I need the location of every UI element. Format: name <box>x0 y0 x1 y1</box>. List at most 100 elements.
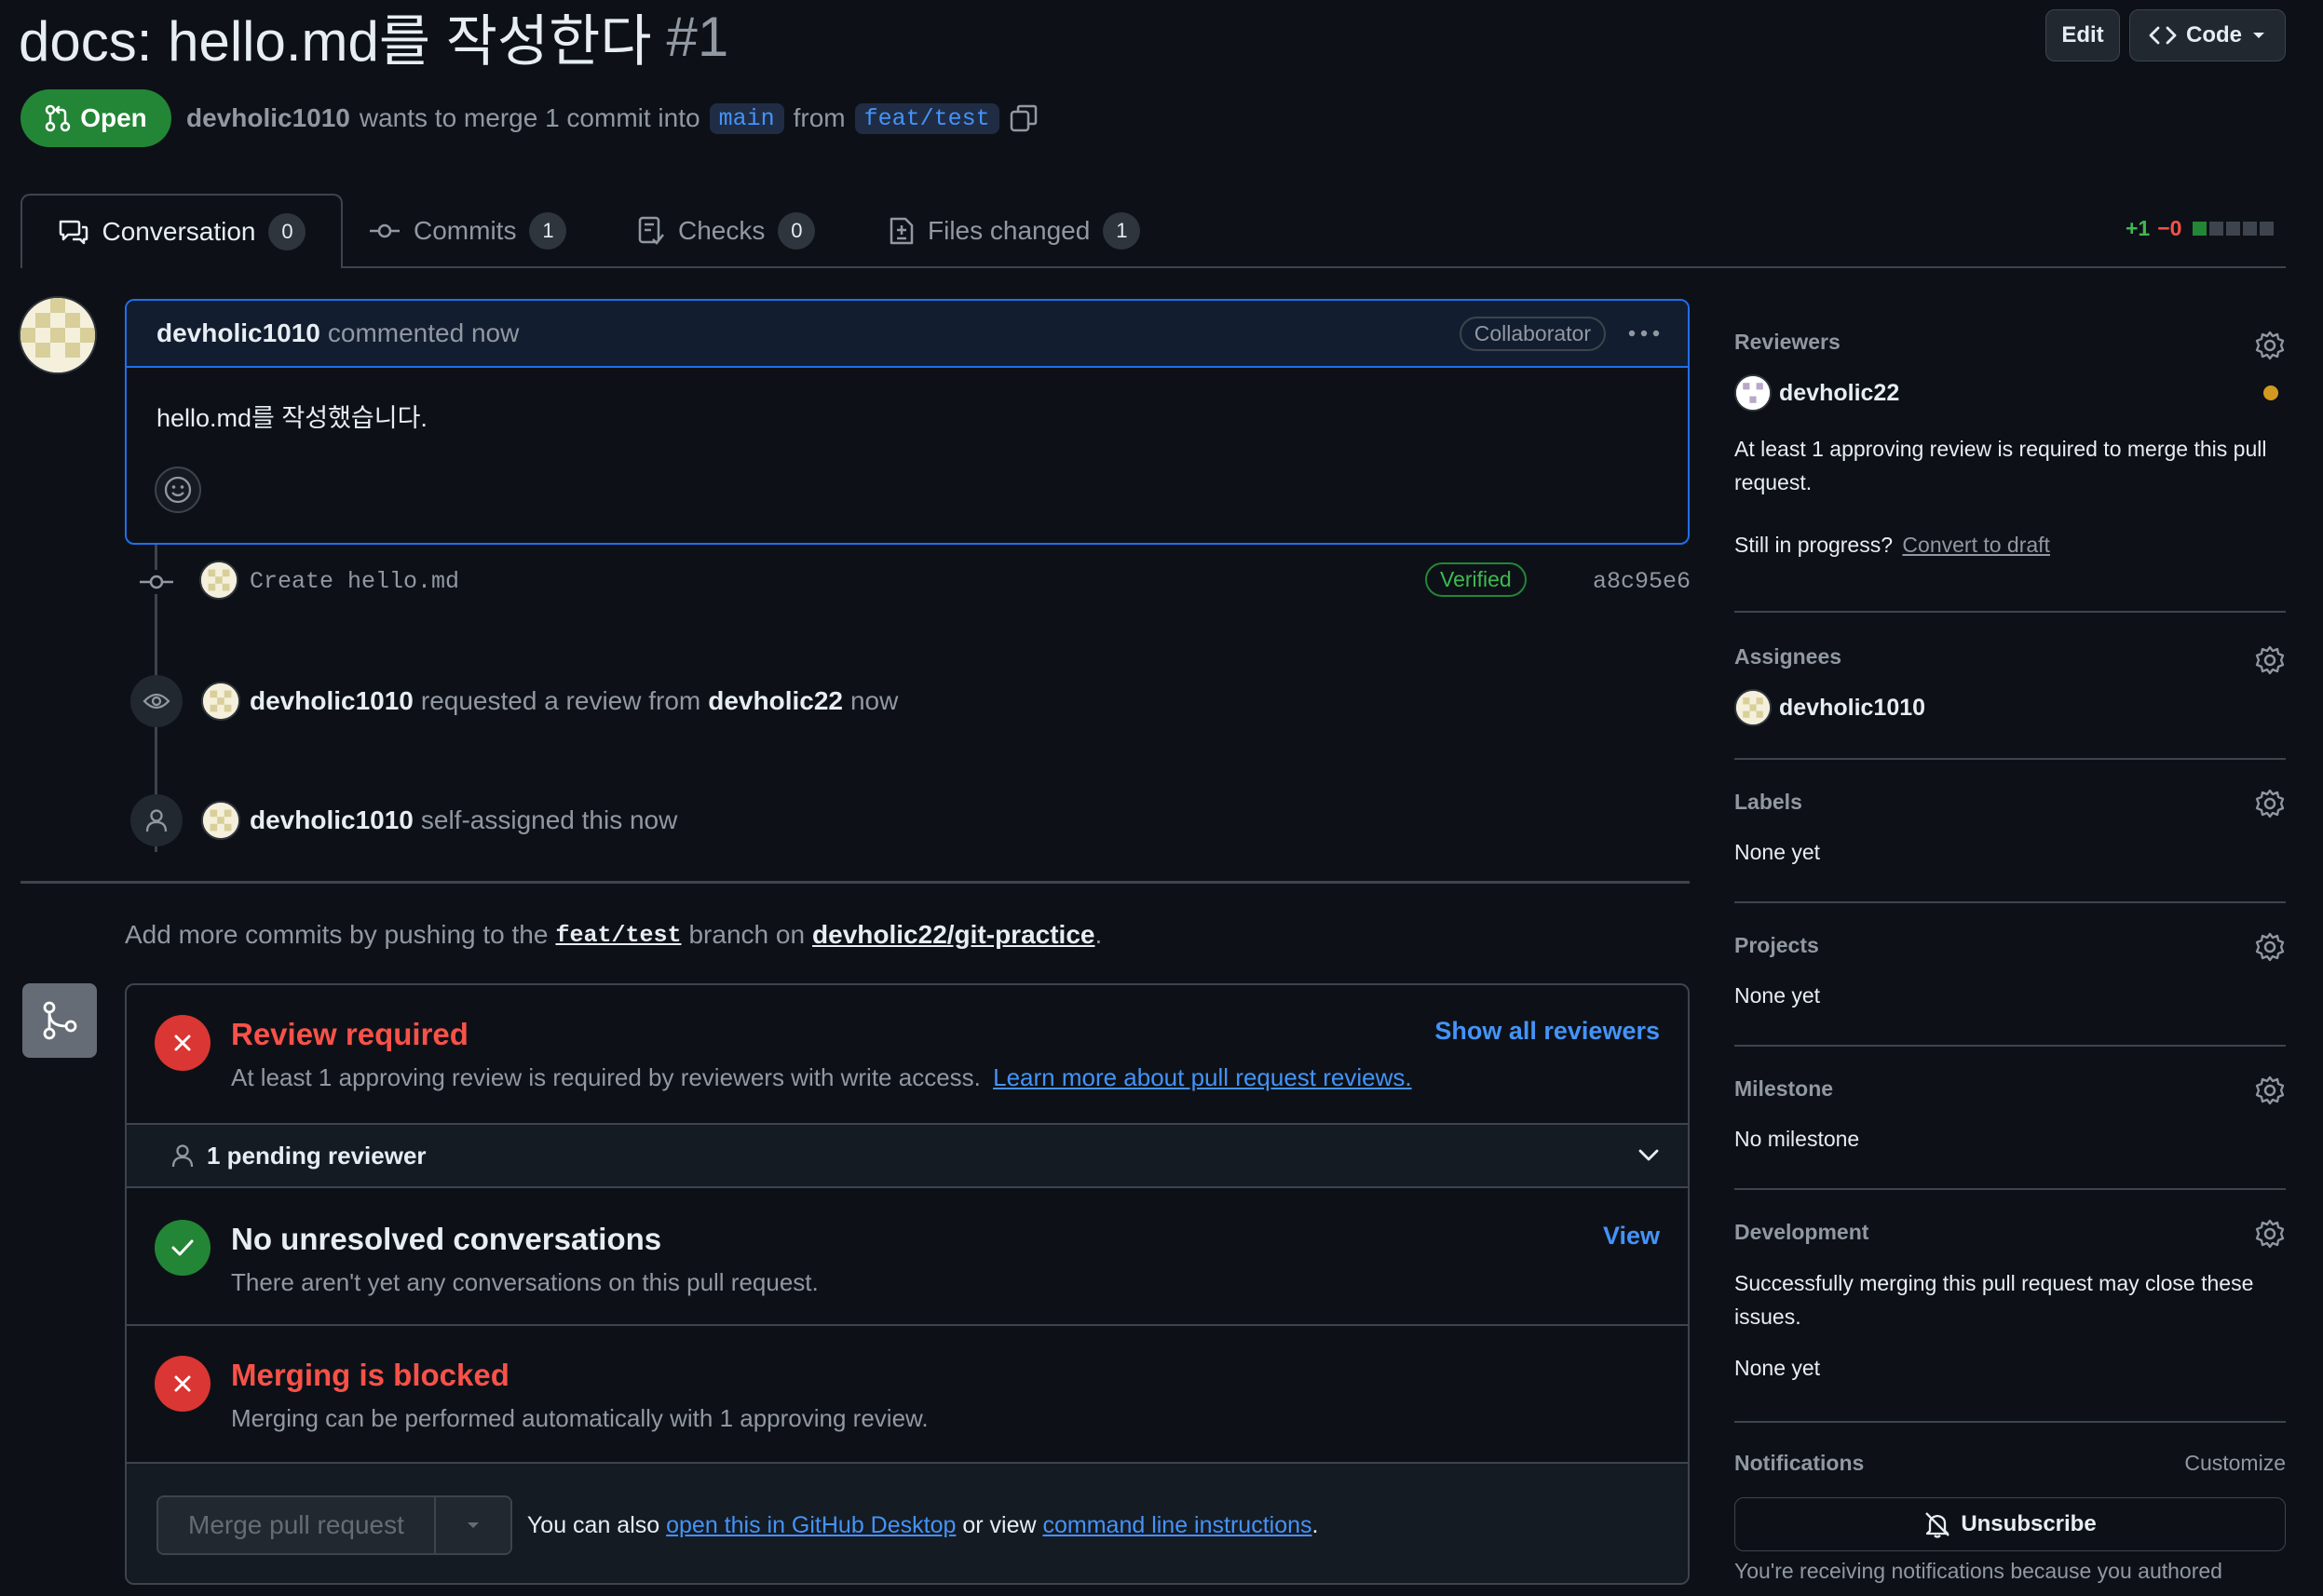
add-reaction-button[interactable] <box>155 467 201 513</box>
pr-title-text: docs: hello.md를 작성한다 <box>19 9 652 73</box>
assign-event: devholic1010 self-assigned this now <box>130 794 1248 846</box>
sidebar-divider <box>1734 758 2286 760</box>
or-view-text: or view <box>962 1511 1037 1538</box>
reviewer-row: devholic22 <box>1734 374 2286 412</box>
pr-title: docs: hello.md를 작성한다 #1 <box>19 0 728 73</box>
file-diff-icon <box>889 216 915 246</box>
tab-checks[interactable]: Checks 0 <box>637 194 816 268</box>
author-link[interactable]: devholic1010 <box>186 103 350 133</box>
review-target[interactable]: devholic22 <box>708 686 843 716</box>
merge-action-row: Merge pull request You can also open thi… <box>127 1464 1688 1583</box>
view-conversations-link[interactable]: View <box>1603 1222 1660 1251</box>
blocked-section: Merging is blocked Merging can be perfor… <box>127 1326 1688 1464</box>
pending-reviewer-label: 1 pending reviewer <box>207 1141 427 1170</box>
git-merge-icon <box>41 1000 78 1041</box>
show-all-reviewers-link[interactable]: Show all reviewers <box>1434 1017 1660 1046</box>
review-required-section: Review required At least 1 approving rev… <box>127 985 1688 1123</box>
gear-icon[interactable] <box>2254 330 2286 361</box>
command-line-link[interactable]: command line instructions <box>1042 1512 1311 1538</box>
tab-commits[interactable]: Commits 1 <box>369 194 567 268</box>
commit-avatar[interactable] <box>199 561 238 600</box>
tab-files-changed-label: Files changed <box>928 216 1091 245</box>
reviewer-avatar[interactable] <box>1734 374 1772 412</box>
conversations-title: No unresolved conversations <box>231 1222 662 1256</box>
push-hint-middle: branch on <box>688 920 806 949</box>
reviewer-name[interactable]: devholic22 <box>1779 380 1899 407</box>
reviewer-note: At least 1 approving review is required … <box>1734 437 2267 494</box>
review-time: now <box>849 686 899 715</box>
verified-badge[interactable]: Verified <box>1425 562 1527 597</box>
git-commit-icon <box>138 570 175 594</box>
merge-pull-request-button[interactable]: Merge pull request <box>158 1497 436 1553</box>
merge-options-button[interactable] <box>435 1497 510 1553</box>
assign-actor[interactable]: devholic1010 <box>250 805 414 835</box>
state-badge: Open <box>20 89 171 147</box>
learn-more-reviews-link[interactable]: Learn more about pull request reviews. <box>993 1063 1411 1091</box>
push-hint: Add more commits by pushing to the feat/… <box>125 916 1102 954</box>
assign-actor-avatar[interactable] <box>201 801 240 840</box>
commit-message[interactable]: Create hello.md <box>250 568 459 595</box>
convert-to-draft-link[interactable]: Convert to draft <box>1902 533 2050 557</box>
person-icon <box>130 794 183 846</box>
chevron-down-icon[interactable] <box>1637 1148 1660 1163</box>
labels-label[interactable]: Labels <box>1734 790 1802 815</box>
review-actor-avatar[interactable] <box>201 682 240 721</box>
push-hint-branch[interactable]: feat/test <box>555 922 681 949</box>
sidebar-divider <box>1734 1188 2286 1190</box>
caret-down-icon <box>2251 31 2266 40</box>
collaborator-badge: Collaborator <box>1459 316 1606 351</box>
pull-request-icon <box>45 104 71 132</box>
copy-icon[interactable] <box>1009 103 1039 133</box>
gear-icon[interactable] <box>2254 1075 2286 1106</box>
push-hint-prefix: Add more commits by pushing to the <box>125 920 549 949</box>
comment-avatar[interactable] <box>19 296 97 374</box>
projects-label[interactable]: Projects <box>1734 933 1819 958</box>
merge-summary: devholic1010 wants to merge 1 commit int… <box>186 95 1039 142</box>
push-hint-repo[interactable]: devholic22/git-practice <box>812 920 1094 950</box>
x-circle-icon <box>155 1356 211 1412</box>
identicon-icon <box>20 298 95 372</box>
edit-button[interactable]: Edit <box>2045 9 2120 61</box>
labels-value: None yet <box>1734 840 1821 864</box>
tab-conversation-count: 0 <box>268 213 306 250</box>
head-branch[interactable]: feat/test <box>854 102 999 134</box>
push-hint-suffix: . <box>1094 920 1103 949</box>
milestone-label[interactable]: Milestone <box>1734 1076 1833 1102</box>
diffstat-removed: −0 <box>2157 215 2182 240</box>
tabs-bottom-border <box>20 266 2286 268</box>
code-icon <box>2149 25 2177 46</box>
review-actor[interactable]: devholic1010 <box>250 686 414 716</box>
reviewers-label[interactable]: Reviewers <box>1734 330 1841 355</box>
gear-icon[interactable] <box>2254 644 2286 676</box>
gear-icon[interactable] <box>2254 788 2286 819</box>
eye-icon <box>130 675 183 727</box>
comment-body: hello.md를 작성했습니다. <box>156 404 428 432</box>
comment-author[interactable]: devholic1010 <box>156 318 320 348</box>
base-branch[interactable]: main <box>709 102 784 134</box>
comment-action: commented now <box>327 318 520 347</box>
merge-text: wants to merge 1 commit into <box>359 103 700 132</box>
diffstat-blocks <box>2193 221 2275 236</box>
comment-header: devholic1010 commented now Collaborator <box>127 301 1688 368</box>
commit-sha[interactable]: a8c95e6 <box>1593 568 1691 595</box>
merge-icon-box <box>22 983 97 1058</box>
code-button[interactable]: Code <box>2129 9 2286 61</box>
development-label[interactable]: Development <box>1734 1220 1868 1245</box>
notifications-label: Notifications <box>1734 1451 1865 1475</box>
assign-text: self-assigned this now <box>420 805 678 834</box>
github-desktop-link[interactable]: open this in GitHub Desktop <box>666 1512 956 1538</box>
assignees-label[interactable]: Assignees <box>1734 644 1841 670</box>
unsubscribe-button[interactable]: Unsubscribe <box>1734 1497 2286 1551</box>
projects-value: None yet <box>1734 983 1821 1008</box>
customize-link[interactable]: Customize <box>2184 1451 2286 1476</box>
assignee-name[interactable]: devholic1010 <box>1779 695 1925 722</box>
gear-icon[interactable] <box>2254 931 2286 963</box>
tab-conversation[interactable]: Conversation 0 <box>20 194 343 268</box>
check-circle-icon <box>155 1220 211 1276</box>
caret-down-icon <box>466 1521 481 1530</box>
tab-files-changed[interactable]: Files changed 1 <box>889 194 1141 268</box>
pending-reviewer-row[interactable]: 1 pending reviewer <box>127 1123 1688 1188</box>
assignee-avatar[interactable] <box>1734 689 1772 726</box>
gear-icon[interactable] <box>2254 1218 2286 1250</box>
kebab-horizontal-icon[interactable] <box>1628 330 1660 337</box>
